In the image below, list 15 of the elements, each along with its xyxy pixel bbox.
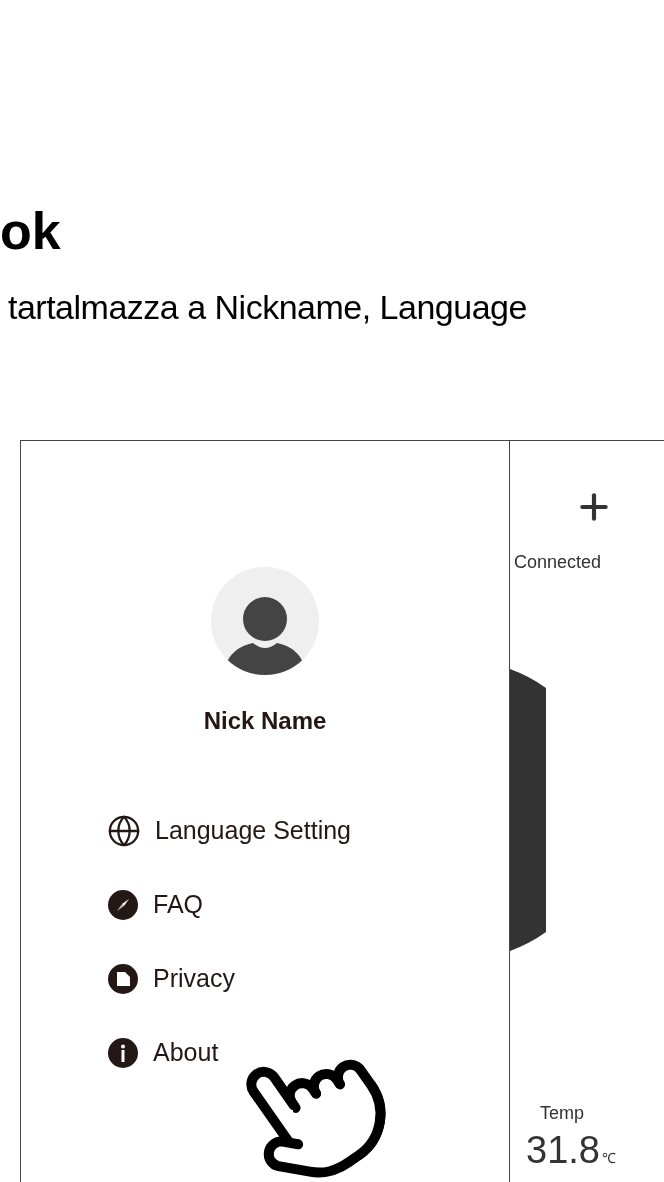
connection-status: Connected <box>514 551 603 574</box>
menu-item[interactable]: About <box>107 1033 351 1073</box>
temp-label: Temp <box>540 1101 585 1125</box>
temp-unit: ℃ <box>601 1148 616 1168</box>
menu-item[interactable]: FAQ <box>107 885 351 925</box>
globe-icon <box>107 814 141 848</box>
instruction-text: tartalmazza a Nickname, Language <box>8 290 528 324</box>
document-icon <box>107 963 139 995</box>
nickname: Nick Name <box>203 706 327 736</box>
temp-value: 31.8 <box>526 1127 600 1173</box>
compass-icon <box>107 889 139 921</box>
info-icon <box>107 1037 139 1069</box>
menu-item[interactable]: Language Setting <box>107 811 351 851</box>
section-heading: ok <box>0 205 62 257</box>
menu-item[interactable]: Privacy <box>107 959 351 999</box>
